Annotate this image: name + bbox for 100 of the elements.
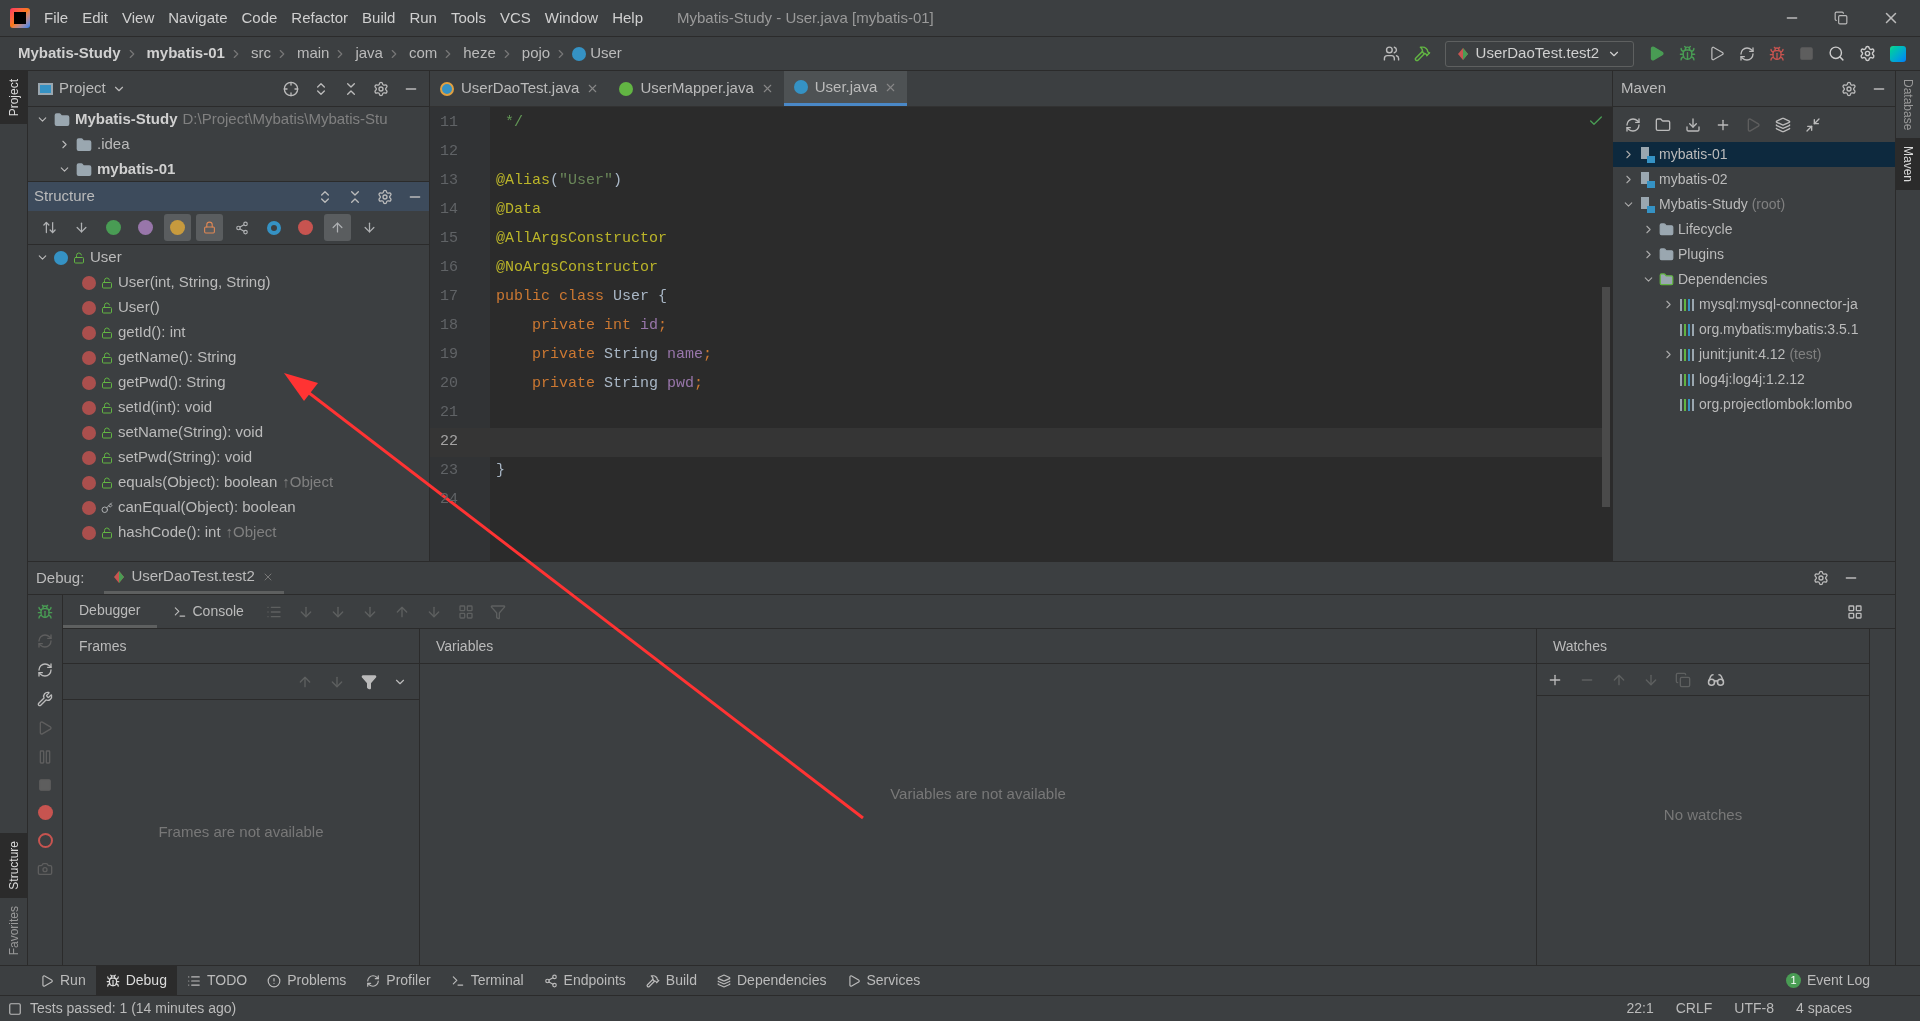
tool-window-tab[interactable]: Favorites	[0, 897, 27, 963]
folder-icon[interactable]	[1655, 116, 1671, 133]
breadcrumb[interactable]: pojo	[521, 42, 551, 65]
menu-item[interactable]: Build	[362, 6, 396, 30]
tree-item[interactable]: getName(): String	[28, 345, 429, 370]
refresh-icon[interactable]	[37, 662, 53, 678]
status-item[interactable]: CRLF	[1675, 998, 1713, 1019]
tool-tab[interactable]: Run	[30, 966, 96, 995]
panel-toggle-icon[interactable]	[8, 1001, 22, 1016]
status-item[interactable]: 22:1	[1626, 998, 1654, 1019]
arrow-up-icon[interactable]	[324, 214, 351, 241]
users-icon[interactable]	[1382, 45, 1400, 62]
panel-title[interactable]: Structure	[34, 185, 95, 208]
breakpoints-icon[interactable]	[37, 805, 53, 820]
tool-tab[interactable]: Build	[635, 966, 707, 995]
download-icon[interactable]	[1685, 116, 1701, 133]
tool-window-tab[interactable]: Maven	[1896, 138, 1920, 191]
tree-item[interactable]: canEqual(Object): boolean	[28, 495, 429, 520]
menu-item[interactable]: File	[44, 6, 69, 30]
maven-tree-item[interactable]: Lifecycle	[1613, 217, 1895, 242]
menu-item[interactable]: Tools	[450, 6, 486, 30]
attach-debugger-icon[interactable]	[1769, 45, 1785, 62]
tree-item[interactable]: Mybatis-Study D:\Project\Mybatis\Mybatis-Stu	[28, 107, 429, 132]
editor-tab[interactable]: UserMapper.java	[609, 71, 784, 106]
fields-icon[interactable]	[164, 214, 191, 241]
tree-item[interactable]: setPwd(String): void	[28, 445, 429, 470]
debug-icon[interactable]	[1679, 45, 1696, 62]
scrollbar[interactable]	[1602, 287, 1610, 507]
tool-tab[interactable]: Debug	[95, 966, 177, 995]
menu-item[interactable]: Code	[241, 6, 278, 30]
panel-title[interactable]: Maven	[1621, 77, 1667, 100]
breadcrumb[interactable]: mybatis-01	[146, 42, 225, 65]
maven-tree-item[interactable]: org.mybatis:mybatis:3.5.1	[1613, 317, 1895, 342]
run-config-dropdown[interactable]: UserDaoTest.test2	[1444, 40, 1634, 67]
breadcrumb[interactable]: Mybatis-Study	[18, 42, 121, 65]
editor-tab[interactable]: UserDaoTest.java	[430, 71, 610, 106]
maven-tree-item[interactable]: org.projectlombok:lombo	[1613, 392, 1895, 417]
refresh-icon[interactable]	[1625, 116, 1641, 133]
maven-tree-item[interactable]: Plugins	[1613, 242, 1895, 267]
tree-item[interactable]: setId(int): void	[28, 395, 429, 420]
tool-tab[interactable]: Services	[836, 966, 931, 995]
breadcrumb[interactable]: main	[296, 42, 330, 65]
maven-tree-item[interactable]: Dependencies	[1613, 267, 1895, 292]
search-icon[interactable]	[1828, 45, 1845, 62]
tool-window-tab[interactable]: Project	[0, 71, 27, 125]
maven-tree-item[interactable]: mysql:mysql-connector-ja	[1613, 292, 1895, 317]
tree-item[interactable]: User()	[28, 295, 429, 320]
tool-tab[interactable]: Profiler	[356, 966, 441, 995]
run-icon[interactable]	[1648, 45, 1665, 62]
lock-icon[interactable]	[196, 214, 223, 241]
wrench-icon[interactable]	[37, 691, 53, 707]
tool-window-tab[interactable]: Structure	[0, 832, 27, 898]
tool-window-tab[interactable]: Database	[1896, 71, 1920, 139]
breadcrumb[interactable]: java	[355, 42, 383, 65]
menu-item[interactable]: Help	[612, 6, 644, 30]
status-item[interactable]: UTF-8	[1734, 998, 1774, 1019]
tree-item[interactable]: getId(): int	[28, 320, 429, 345]
menu-item[interactable]: View	[122, 6, 155, 30]
maven-tree-item[interactable]: Mybatis-Study (root)	[1613, 192, 1895, 217]
locate-icon[interactable]	[283, 80, 299, 97]
tree-item[interactable]: getPwd(): String	[28, 370, 429, 395]
mute-breakpoints-icon[interactable]	[37, 833, 53, 848]
tree-item[interactable]: .idea	[28, 132, 429, 157]
hammer-icon[interactable]	[1413, 45, 1431, 62]
tool-tab[interactable]: TODO	[176, 966, 258, 995]
tree-item[interactable]: equals(Object): boolean ↑Object	[28, 470, 429, 495]
menu-item[interactable]: Edit	[82, 6, 109, 30]
breadcrumb[interactable]: heze	[463, 42, 496, 65]
breadcrumb[interactable]: User	[590, 42, 622, 65]
bug-icon[interactable]	[37, 604, 53, 620]
layout-icon[interactable]	[1847, 603, 1863, 620]
menu-item[interactable]: VCS	[499, 6, 531, 30]
tool-tab[interactable]: Endpoints	[533, 966, 636, 995]
settings-icon[interactable]	[1813, 570, 1829, 586]
filter-icon[interactable]	[361, 673, 377, 690]
menu-item[interactable]: Run	[409, 6, 437, 30]
tool-tab[interactable]: Problems	[257, 966, 357, 995]
tool-panel-tab[interactable]: Console	[156, 595, 260, 628]
tree-item[interactable]: hashCode(): int ↑Object	[28, 520, 429, 545]
event-log-button[interactable]: 1 Event Log	[1785, 970, 1870, 991]
menu-item[interactable]: Refactor	[291, 6, 349, 30]
editor-tab[interactable]: User.java	[783, 71, 908, 106]
menu-item[interactable]: Navigate	[168, 6, 228, 30]
restore-icon[interactable]	[1834, 9, 1848, 27]
menu-item[interactable]: Window	[544, 6, 599, 30]
tree-item[interactable]: setName(String): void	[28, 420, 429, 445]
status-item[interactable]: 4 spaces	[1795, 998, 1852, 1019]
maven-tree-item[interactable]: log4j:log4j:1.2.12	[1613, 367, 1895, 392]
tree-item[interactable]: User	[28, 245, 429, 270]
tool-tab[interactable]: Dependencies	[707, 966, 837, 995]
settings-icon[interactable]	[373, 80, 389, 97]
tool-tab[interactable]: Terminal	[440, 966, 534, 995]
maven-tree-item[interactable]: mybatis-01	[1613, 142, 1895, 167]
settings-icon[interactable]	[1841, 80, 1857, 97]
tree-item[interactable]: User(int, String, String)	[28, 270, 429, 295]
breadcrumb[interactable]: src	[250, 42, 271, 65]
maven-tree-item[interactable]: mybatis-02	[1613, 167, 1895, 192]
panel-title[interactable]: Project	[59, 77, 106, 100]
maven-tree-item[interactable]: junit:junit:4.12 (test)	[1613, 342, 1895, 367]
settings-icon[interactable]	[377, 188, 393, 205]
